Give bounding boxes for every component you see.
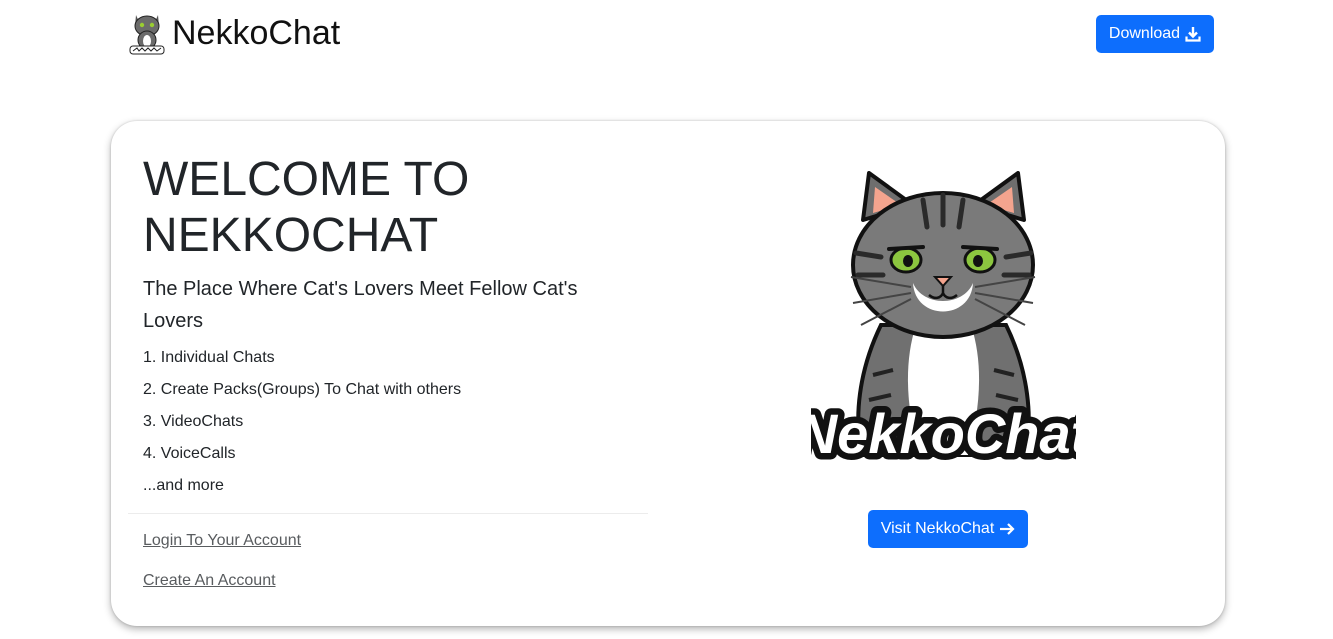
download-icon: [1185, 27, 1201, 42]
feature-item: 3. VideoChats: [143, 413, 244, 430]
download-button[interactable]: Download: [1096, 15, 1214, 53]
cat-logo-icon: [129, 15, 165, 55]
feature-item: 2. Create Packs(Groups) To Chat with oth…: [143, 381, 462, 398]
arrow-right-icon: [1000, 523, 1015, 535]
brand[interactable]: NekkoChat: [129, 11, 340, 55]
visit-button-label: Visit NekkoChat: [880, 520, 995, 537]
divider: [128, 513, 648, 514]
create-account-link[interactable]: Create An Account: [143, 572, 276, 590]
mascot-logo-text: NekkoChat: [811, 402, 1076, 465]
feature-list: 1. Individual Chats 2. Create Packs(Grou…: [143, 342, 461, 502]
welcome-title: WELCOME TO NEKKOCHAT: [143, 153, 470, 262]
top-navbar: NekkoChat Download: [0, 0, 1333, 70]
feature-item: 4. VoiceCalls: [143, 445, 236, 462]
login-link[interactable]: Login To Your Account: [143, 532, 301, 550]
tagline: The Place Where Cat's Lovers Meet Fellow…: [143, 278, 578, 332]
brand-name: NekkoChat: [172, 14, 341, 52]
visit-nekkochat-button[interactable]: Visit NekkoChat: [868, 510, 1028, 548]
nekkochat-cat-logo: NekkoChat: [811, 171, 1076, 470]
feature-item: 1. Individual Chats: [143, 349, 275, 366]
download-button-label: Download: [1108, 25, 1181, 42]
welcome-card: WELCOME TO NEKKOCHAT The Place Where Cat…: [111, 121, 1225, 626]
feature-item: ...and more: [143, 477, 224, 494]
